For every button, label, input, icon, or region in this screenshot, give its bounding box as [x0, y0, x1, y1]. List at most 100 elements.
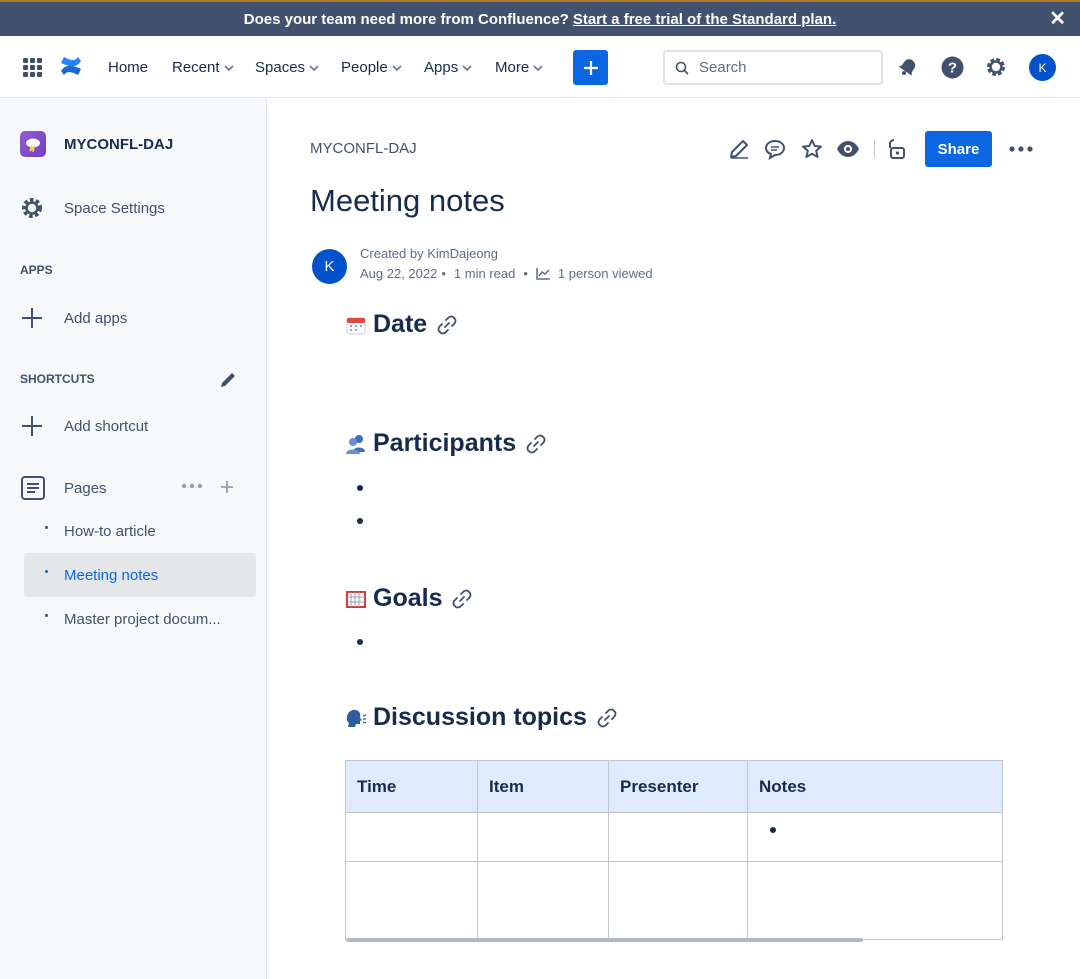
- list-item-bullet: [770, 826, 776, 833]
- star-icon: [802, 139, 822, 158]
- table-row: [345, 812, 1003, 862]
- table-cell[interactable]: [477, 812, 609, 862]
- nav-apps-label: Apps: [424, 59, 459, 76]
- search-box[interactable]: [663, 50, 883, 85]
- nav-home-label: Home: [108, 59, 149, 76]
- profile-avatar[interactable]: K: [1029, 54, 1056, 81]
- gear-icon: [987, 58, 1005, 76]
- space-icon: [20, 131, 46, 157]
- share-button[interactable]: Share: [925, 131, 992, 167]
- table-cell[interactable]: [345, 812, 478, 862]
- heading-date: Date: [345, 310, 457, 339]
- goal-net-icon: [345, 588, 367, 610]
- table-cell[interactable]: [477, 861, 609, 940]
- list-item-bullet[interactable]: [357, 639, 363, 645]
- nav-more-label: More: [495, 59, 530, 76]
- speaking-head-icon: [345, 707, 367, 729]
- chevron-down-icon: [462, 64, 472, 71]
- app-switcher-icon[interactable]: [23, 58, 42, 77]
- shortcuts-section-label: SHORTCUTS: [20, 372, 95, 386]
- table-cell[interactable]: [608, 861, 748, 940]
- add-page-plus-icon[interactable]: [220, 480, 234, 494]
- discussion-table: Time Item Presenter Notes: [345, 760, 1003, 940]
- table-cell[interactable]: [345, 861, 478, 940]
- table-header-cell[interactable]: Presenter: [608, 760, 748, 813]
- link-icon[interactable]: [452, 589, 472, 609]
- chevron-down-icon: [223, 64, 234, 71]
- nav-people[interactable]: People: [341, 59, 402, 76]
- link-icon[interactable]: [437, 315, 457, 335]
- plus-icon: [22, 416, 42, 436]
- nav-apps[interactable]: Apps: [424, 59, 472, 76]
- table-header-cell[interactable]: Notes: [747, 760, 1003, 813]
- table-header-cell[interactable]: Time: [345, 760, 478, 813]
- author-avatar[interactable]: K: [312, 249, 347, 284]
- nav-more[interactable]: More: [495, 59, 543, 76]
- search-input[interactable]: [699, 59, 869, 76]
- free-trial-link[interactable]: Start a free trial of the Standard plan.: [573, 11, 836, 28]
- page-tree-item[interactable]: Master project docum...: [24, 597, 256, 641]
- edit-shortcuts-pencil-icon[interactable]: [218, 370, 238, 390]
- settings-button[interactable]: [984, 55, 1008, 79]
- page-tree-label: Master project docum...: [64, 610, 221, 628]
- link-icon[interactable]: [526, 434, 546, 454]
- pages-icon: [21, 476, 45, 500]
- page-tree-label: How-to article: [64, 522, 156, 540]
- page-tree-item[interactable]: How-to article: [24, 509, 256, 553]
- restrictions-button[interactable]: [884, 137, 908, 161]
- table-horizontal-scrollbar[interactable]: [346, 938, 863, 942]
- comment-icon: [764, 139, 786, 160]
- link-icon[interactable]: [597, 708, 617, 728]
- edit-button[interactable]: [727, 137, 751, 161]
- nav-people-label: People: [341, 59, 388, 76]
- space-name: MYCONFL-DAJ: [64, 135, 174, 153]
- close-banner-button[interactable]: ✕: [1049, 9, 1066, 29]
- confluence-logo-icon[interactable]: [60, 55, 82, 77]
- analytics-icon[interactable]: [536, 267, 551, 280]
- add-apps-item[interactable]: Add apps: [20, 306, 127, 330]
- table-cell[interactable]: [608, 812, 748, 862]
- table-header-row: Time Item Presenter Notes: [345, 760, 1003, 813]
- more-actions-icon[interactable]: [1009, 145, 1033, 153]
- table-cell[interactable]: [747, 812, 1003, 862]
- breadcrumb[interactable]: MYCONFL-DAJ: [310, 140, 417, 157]
- sidebar: MYCONFL-DAJ Space Settings APPS Add apps…: [0, 98, 267, 979]
- view-count[interactable]: 1 person viewed: [558, 266, 653, 281]
- pages-item[interactable]: Pages: [20, 475, 107, 501]
- add-shortcut-item[interactable]: Add shortcut: [20, 414, 148, 438]
- page-metadata: Aug 22, 2022 • 1 min read • 1 person vie…: [360, 266, 653, 281]
- more-actions-icon[interactable]: [181, 483, 203, 489]
- plus-icon: [583, 60, 598, 75]
- heading-participants-text: Participants: [373, 429, 517, 457]
- cloud-icon: [26, 138, 40, 153]
- table-cell[interactable]: [747, 861, 1003, 940]
- comment-button[interactable]: [763, 137, 787, 161]
- add-apps-label: Add apps: [64, 309, 128, 327]
- svg-text:?: ?: [947, 59, 956, 76]
- page-tree-label: Meeting notes: [64, 566, 159, 584]
- nav-spaces[interactable]: Spaces: [255, 59, 319, 76]
- created-by[interactable]: Created by KimDajeong: [360, 246, 498, 261]
- create-button[interactable]: [573, 50, 608, 85]
- page-tree-item-active[interactable]: Meeting notes: [24, 553, 256, 597]
- meta-separator: •: [523, 266, 528, 281]
- nav-home[interactable]: Home: [108, 59, 148, 76]
- nav-recent[interactable]: Recent: [172, 59, 234, 76]
- top-navigation: Home Recent Spaces People Apps More ? K: [0, 36, 1080, 98]
- list-item-bullet[interactable]: [357, 485, 363, 491]
- help-button[interactable]: ?: [940, 55, 964, 79]
- notifications-button[interactable]: [896, 55, 920, 79]
- space-header[interactable]: MYCONFL-DAJ: [20, 131, 173, 157]
- bullet-dot: [45, 569, 48, 573]
- watch-button[interactable]: [836, 137, 860, 161]
- star-button[interactable]: [800, 137, 824, 161]
- space-settings-item[interactable]: Space Settings: [20, 196, 165, 220]
- list-item-bullet[interactable]: [357, 518, 363, 524]
- page-title: Meeting notes: [310, 183, 505, 218]
- chevron-down-icon: [533, 64, 543, 71]
- chevron-down-icon: [309, 64, 319, 71]
- table-row: [345, 861, 1003, 940]
- apps-section-label: APPS: [20, 263, 53, 277]
- add-shortcut-label: Add shortcut: [64, 417, 149, 435]
- table-header-cell[interactable]: Item: [477, 760, 609, 813]
